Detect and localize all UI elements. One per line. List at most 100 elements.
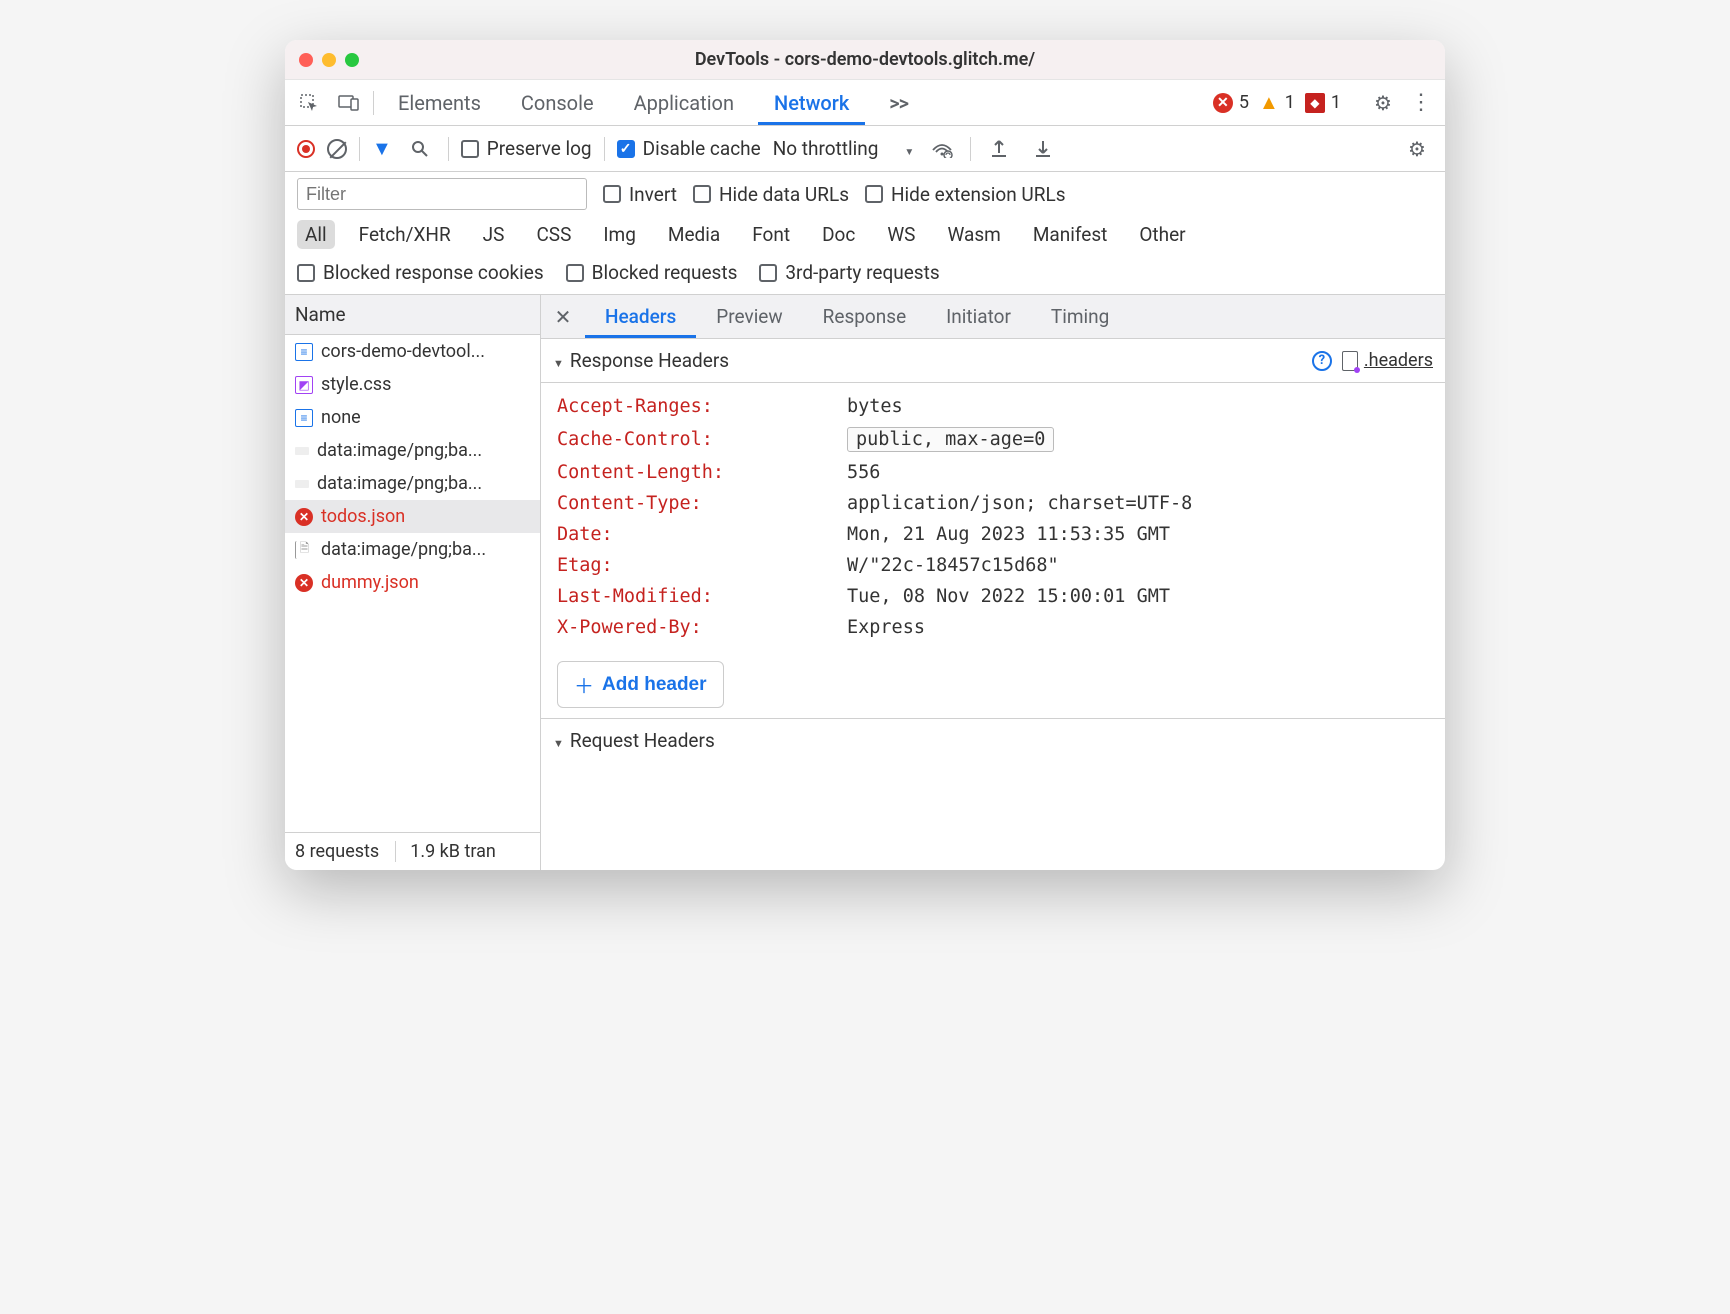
preserve-log-label: Preserve log — [487, 137, 592, 160]
hide-data-urls-checkbox[interactable]: Hide data URLs — [693, 183, 849, 206]
request-row[interactable]: 🗎data:image/png;ba... — [285, 533, 540, 566]
error-icon[interactable]: ✕ — [1213, 93, 1233, 113]
checkbox-checked-icon — [617, 140, 635, 158]
record-icon[interactable] — [297, 140, 315, 158]
type-chip-img[interactable]: Img — [595, 220, 644, 249]
tab-headers[interactable]: Headers — [585, 295, 696, 338]
clear-icon[interactable] — [327, 139, 347, 159]
more-menu-icon[interactable] — [1405, 87, 1437, 119]
type-chip-wasm[interactable]: Wasm — [939, 220, 1008, 249]
response-headers-table: Accept-Ranges:bytesCache-Control:public,… — [541, 383, 1445, 651]
tab-application[interactable]: Application — [618, 81, 750, 125]
request-list: ≡cors-demo-devtool...◩style.css≡none data… — [285, 335, 540, 832]
add-header-button[interactable]: ＋ Add header — [557, 661, 724, 708]
devtools-window: DevTools - cors-demo-devtools.glitch.me/… — [285, 40, 1445, 870]
header-value: application/json; charset=UTF-8 — [847, 493, 1192, 514]
response-headers-section[interactable]: Response Headers ? .headers — [541, 339, 1445, 383]
tab-elements[interactable]: Elements — [382, 81, 497, 125]
file-link-text: .headers — [1364, 350, 1433, 371]
request-name: todos.json — [321, 506, 405, 527]
window-title: DevTools - cors-demo-devtools.glitch.me/ — [695, 49, 1035, 70]
header-value: W/"22c-18457c15d68" — [847, 555, 1059, 576]
disable-cache-checkbox[interactable]: Disable cache — [617, 137, 761, 160]
network-conditions-icon[interactable] — [926, 133, 958, 165]
hide-extension-urls-checkbox[interactable]: Hide extension URLs — [865, 183, 1066, 206]
filter-row: Invert Hide data URLs Hide extension URL… — [285, 172, 1445, 216]
request-row[interactable]: data:image/png;ba... — [285, 467, 540, 500]
header-key: Etag: — [557, 555, 847, 576]
request-name: cors-demo-devtool... — [321, 341, 485, 362]
type-chip-ws[interactable]: WS — [879, 220, 923, 249]
request-headers-section[interactable]: Request Headers — [541, 718, 1445, 762]
inspect-icon[interactable] — [293, 87, 325, 119]
type-chip-js[interactable]: JS — [475, 220, 513, 249]
request-name: data:image/png;ba... — [317, 473, 482, 494]
close-detail-icon[interactable]: ✕ — [541, 305, 585, 329]
preserve-log-checkbox[interactable]: Preserve log — [461, 137, 592, 160]
header-key: Cache-Control: — [557, 429, 847, 450]
invert-checkbox[interactable]: Invert — [603, 183, 677, 206]
status-badges: ✕ 5 ▲ 1 ◆ 1 — [1213, 87, 1437, 119]
device-toggle-icon[interactable] — [333, 87, 365, 119]
type-chip-font[interactable]: Font — [744, 220, 798, 249]
import-har-icon[interactable] — [983, 133, 1015, 165]
settings-icon[interactable] — [1367, 87, 1399, 119]
request-row[interactable]: ✕dummy.json — [285, 566, 540, 599]
issue-count: 1 — [1331, 92, 1341, 113]
warning-icon[interactable]: ▲ — [1259, 90, 1279, 115]
tabs-overflow[interactable]: >> — [873, 81, 924, 125]
header-value[interactable]: public, max-age=0 — [847, 427, 1054, 452]
separator — [448, 137, 449, 161]
tab-console[interactable]: Console — [505, 81, 610, 125]
throttling-select[interactable]: No throttling — [773, 137, 879, 160]
request-row[interactable]: data:image/png;ba... — [285, 434, 540, 467]
help-icon[interactable]: ? — [1312, 351, 1332, 371]
filter-input[interactable] — [297, 178, 587, 210]
headers-file-link[interactable]: .headers — [1342, 350, 1433, 371]
header-row: Date:Mon, 21 Aug 2023 11:53:35 GMT — [557, 519, 1429, 550]
header-row: Content-Type:application/json; charset=U… — [557, 488, 1429, 519]
type-chip-all[interactable]: All — [297, 220, 335, 249]
tab-network[interactable]: Network — [758, 81, 865, 125]
checkbox-icon — [865, 185, 883, 203]
traffic-lights — [299, 53, 359, 67]
type-chip-fetchxhr[interactable]: Fetch/XHR — [351, 220, 459, 249]
export-har-icon[interactable] — [1027, 133, 1059, 165]
third-party-checkbox[interactable]: 3rd-party requests — [759, 261, 939, 284]
hide-ext-label: Hide extension URLs — [891, 183, 1066, 206]
search-icon[interactable] — [404, 133, 436, 165]
request-name: data:image/png;ba... — [317, 440, 482, 461]
chevron-down-icon[interactable] — [904, 137, 914, 160]
type-chip-media[interactable]: Media — [660, 220, 728, 249]
issues-icon[interactable]: ◆ — [1305, 93, 1325, 113]
tab-timing[interactable]: Timing — [1031, 295, 1129, 338]
header-key: Date: — [557, 524, 847, 545]
close-window[interactable] — [299, 53, 313, 67]
type-chip-manifest[interactable]: Manifest — [1025, 220, 1116, 249]
type-chip-doc[interactable]: Doc — [814, 220, 863, 249]
header-key: Content-Length: — [557, 462, 847, 483]
type-chip-other[interactable]: Other — [1131, 220, 1193, 249]
detail-tabstrip: ✕ Headers Preview Response Initiator Tim… — [541, 295, 1445, 339]
blocked-requests-checkbox[interactable]: Blocked requests — [566, 261, 738, 284]
request-row[interactable]: ≡cors-demo-devtool... — [285, 335, 540, 368]
transfer-size: 1.9 kB tran — [395, 841, 496, 862]
tab-initiator[interactable]: Initiator — [926, 295, 1031, 338]
request-row[interactable]: ≡none — [285, 401, 540, 434]
filter-toggle-icon[interactable]: ▼ — [372, 136, 392, 161]
blocked-cookies-checkbox[interactable]: Blocked response cookies — [297, 261, 544, 284]
maximize-window[interactable] — [345, 53, 359, 67]
minimize-window[interactable] — [322, 53, 336, 67]
invert-label: Invert — [629, 183, 677, 206]
detail-body: Response Headers ? .headers Accept-Range… — [541, 339, 1445, 870]
type-chip-css[interactable]: CSS — [528, 220, 579, 249]
tab-response[interactable]: Response — [803, 295, 926, 338]
checkbox-icon — [759, 264, 777, 282]
tab-preview[interactable]: Preview — [696, 295, 802, 338]
request-row[interactable]: ✕todos.json — [285, 500, 540, 533]
list-header-name[interactable]: Name — [285, 295, 540, 335]
request-count: 8 requests — [295, 841, 379, 862]
network-settings-icon[interactable] — [1401, 133, 1433, 165]
request-row[interactable]: ◩style.css — [285, 368, 540, 401]
main-tabstrip: Elements Console Application Network >> … — [285, 80, 1445, 126]
